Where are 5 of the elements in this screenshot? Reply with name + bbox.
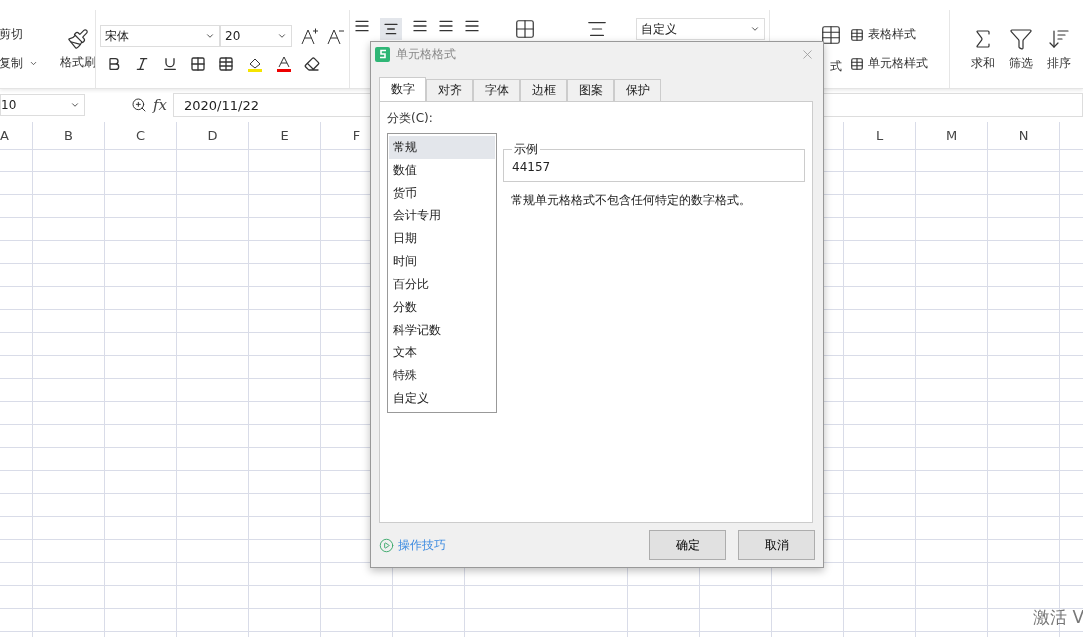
activation-notice: 激活 V [1033, 606, 1083, 629]
format-description: 常规单元格格式不包含任何特定的数字格式。 [510, 192, 752, 209]
dialog-title: 单元格格式 [396, 45, 457, 63]
sample-label: 示例 [513, 141, 539, 158]
sample-value: 44157 [512, 160, 551, 174]
